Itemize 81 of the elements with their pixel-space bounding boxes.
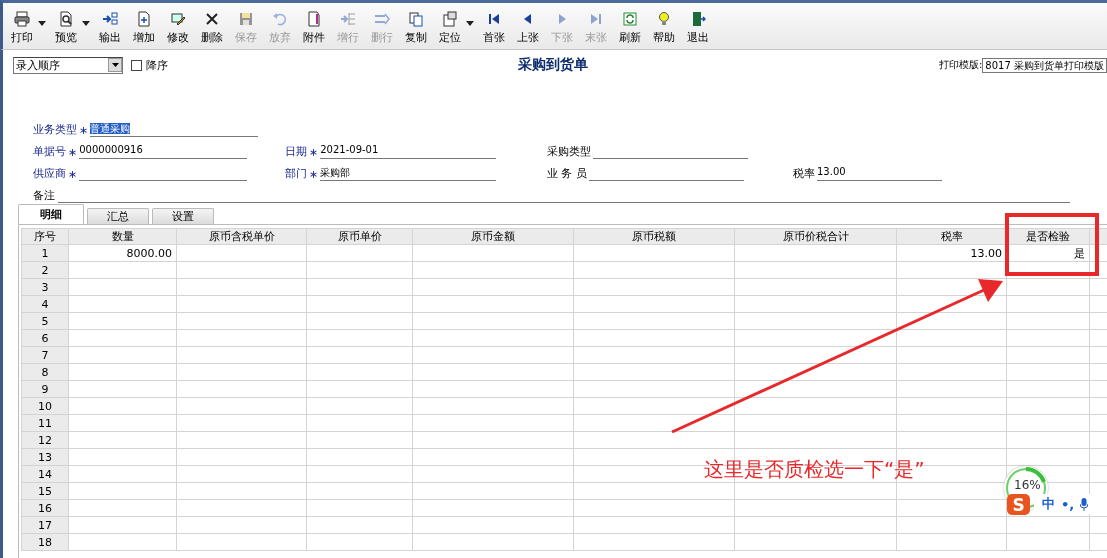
field-label: 采购类型 (547, 144, 591, 159)
page-magnifier-icon (58, 11, 74, 27)
caret-icon (466, 21, 474, 26)
page-plus-icon (136, 11, 152, 27)
field-label: 业 务 员 (547, 166, 587, 181)
tab[interactable]: 明细 (18, 204, 84, 224)
toolbar-button[interactable]: 删除 (195, 11, 229, 45)
annotation-text: 这里是否质检选一下“是” (704, 456, 925, 483)
toolbar-button[interactable]: 帮助 (647, 11, 681, 45)
toolbar-button[interactable]: 定位 (433, 11, 477, 45)
field-label: 业务类型 (33, 122, 77, 137)
microphone-icon[interactable] (1080, 497, 1089, 511)
column-header: 原币税额 (573, 228, 735, 245)
tab[interactable]: 汇总 (87, 208, 149, 224)
required-mark: ∗ (79, 124, 89, 137)
lightbulb-icon (656, 11, 672, 27)
field-label: 部门 (285, 166, 307, 181)
undo-icon (272, 11, 288, 27)
input-field[interactable]: 0000000916 (79, 144, 248, 159)
page-pin-icon (442, 11, 458, 27)
caret-icon (82, 21, 90, 26)
column-header: 序号 (21, 228, 69, 245)
toolbar-button[interactable]: 首张 (477, 11, 511, 45)
column-header: 原币价税合计 (734, 228, 897, 245)
ime-logo[interactable]: S (1007, 494, 1030, 515)
input-field[interactable]: 采购部 (320, 166, 497, 181)
toolbar-button[interactable]: 刷新 (613, 11, 647, 45)
export-icon (102, 11, 118, 27)
input-field[interactable]: 2021-09-01 (320, 144, 497, 159)
ime-mode[interactable]: 中 (1042, 495, 1055, 513)
table-cell: 是 (1006, 244, 1090, 262)
refresh-icon (622, 11, 638, 27)
input-field[interactable]: 普通采购 (90, 122, 259, 137)
last-icon (588, 11, 604, 27)
first-icon (486, 11, 502, 27)
field-label: 税率 (793, 166, 815, 181)
required-mark: ∗ (68, 146, 78, 159)
template-field[interactable]: 8017 采购到货单打印模版 (982, 57, 1107, 73)
toolbar-button[interactable]: 打印 (5, 11, 49, 45)
required-mark: ∗ (68, 168, 78, 181)
copy-icon (408, 11, 424, 27)
field-label: 日期 (285, 144, 307, 159)
required-mark: ∗ (309, 146, 319, 159)
punctuation-toggle[interactable]: •, (1061, 496, 1075, 512)
checkbox[interactable] (131, 59, 142, 71)
toolbar-button[interactable]: 退出 (681, 11, 715, 45)
column-header: 原币金额 (412, 228, 574, 245)
field-label: 备注 (33, 188, 55, 203)
floppy-icon (238, 11, 254, 27)
delete-row-icon (374, 11, 390, 27)
template-label: 打印模版: (939, 58, 983, 72)
caret-icon (38, 21, 46, 26)
input-field[interactable]: 13.00 (817, 166, 942, 181)
toolbar-button[interactable]: 预览 (49, 11, 93, 45)
caret-icon (111, 63, 119, 67)
table-cell: 8000.00 (68, 244, 177, 262)
pencil-icon (170, 11, 186, 27)
add-row-icon (340, 11, 356, 27)
progress-text: 16% (1014, 478, 1041, 492)
order-dropdown[interactable]: 录入顺序 (13, 56, 123, 74)
checkbox-label: 降序 (146, 57, 168, 73)
toolbar-button[interactable]: 复制 (399, 11, 433, 45)
form-title: 采购到货单 (518, 56, 589, 74)
toolbar-button[interactable]: 附件 (297, 11, 331, 45)
door-icon (690, 11, 706, 27)
toolbar-button[interactable]: 修改 (161, 11, 195, 45)
printer-icon (14, 11, 30, 27)
page-clip-icon (306, 11, 322, 27)
column-header: 原币单价 (306, 228, 413, 245)
column-header: 税率 (896, 228, 1007, 245)
cross-icon (204, 11, 220, 27)
field-label: 单据号 (33, 144, 66, 159)
column-header: 是否检验 (1006, 228, 1090, 245)
toolbar-button[interactable]: 增加 (127, 11, 161, 45)
toolbar-button[interactable]: 输出 (93, 11, 127, 45)
field-label: 供应商 (33, 166, 66, 181)
tab[interactable]: 设置 (152, 208, 214, 224)
column-header: 原币含税单价 (176, 228, 307, 245)
required-mark: ∗ (309, 168, 319, 181)
column-header: 数量 (68, 228, 177, 245)
toolbar-button[interactable]: 上张 (511, 11, 545, 45)
